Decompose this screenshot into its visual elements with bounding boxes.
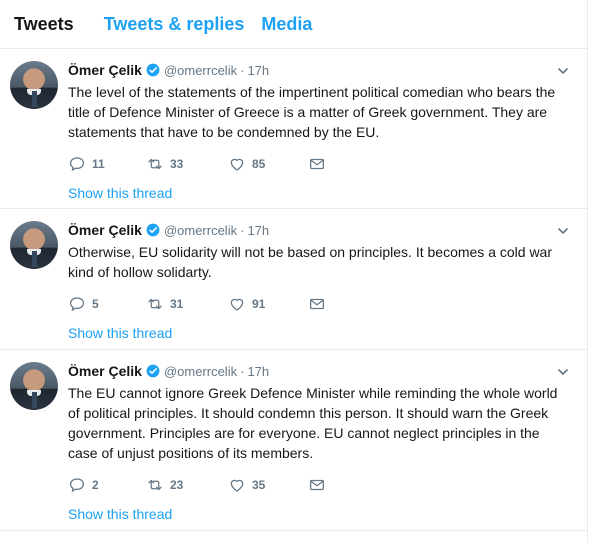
envelope-icon <box>309 158 325 170</box>
retweet-icon <box>148 298 162 310</box>
author-handle[interactable]: @omerrcelik <box>164 223 237 238</box>
like-count: 35 <box>252 478 266 492</box>
reply-count: 2 <box>92 478 99 492</box>
tweet-header: Ömer Çelik @omerrcelik · 17h <box>68 61 571 79</box>
separator-dot: · <box>240 363 245 379</box>
retweet-icon <box>148 479 162 491</box>
reply-icon <box>69 478 85 493</box>
tweet-header: Ömer Çelik @omerrcelik · 17h <box>68 221 571 239</box>
tweet-timestamp[interactable]: 17h <box>247 364 269 379</box>
tweet[interactable]: Ömer Çelik @omerrcelik · 17h The EU cann… <box>0 350 587 531</box>
separator-dot: · <box>240 222 245 238</box>
tweet[interactable]: Ömer Çelik @omerrcelik · 17h Otherwise, … <box>0 209 587 350</box>
envelope-icon <box>309 479 325 491</box>
verified-badge-icon <box>146 364 160 378</box>
tab-tweets[interactable]: Tweets <box>0 0 104 48</box>
verified-badge-icon <box>146 223 160 237</box>
tweet-header: Ömer Çelik @omerrcelik · 17h <box>68 362 571 380</box>
like-count: 85 <box>252 157 266 171</box>
tweet-actions: 2 23 35 <box>68 474 571 496</box>
tab-media[interactable]: Media <box>261 0 329 48</box>
author-name[interactable]: Ömer Çelik <box>68 222 142 238</box>
avatar[interactable] <box>10 221 58 269</box>
tweet-actions: 5 31 91 <box>68 293 571 315</box>
chevron-down-icon[interactable] <box>557 225 569 237</box>
direct-message-button[interactable] <box>308 476 326 494</box>
retweet-button[interactable]: 23 <box>146 476 228 494</box>
direct-message-button[interactable] <box>308 155 326 173</box>
like-button[interactable]: 85 <box>228 155 308 173</box>
tweet[interactable]: Ömer Çelik @omerrcelik · 17h The level o… <box>0 49 587 209</box>
retweet-count: 23 <box>170 478 184 492</box>
show-thread-link[interactable]: Show this thread <box>68 504 571 536</box>
like-count: 91 <box>252 297 266 311</box>
author-handle[interactable]: @omerrcelik <box>164 364 237 379</box>
tweet-actions: 11 33 85 <box>68 153 571 175</box>
avatar[interactable] <box>10 362 58 410</box>
heart-icon <box>230 298 244 311</box>
direct-message-button[interactable] <box>308 295 326 313</box>
tweet-text: Otherwise, EU solidarity will not be bas… <box>68 244 552 280</box>
separator-dot: · <box>240 62 245 78</box>
like-button[interactable]: 91 <box>228 295 308 313</box>
retweet-button[interactable]: 31 <box>146 295 228 313</box>
reply-count: 11 <box>92 157 105 171</box>
author-name[interactable]: Ömer Çelik <box>68 62 142 78</box>
retweet-button[interactable]: 33 <box>146 155 228 173</box>
reply-button[interactable]: 2 <box>68 476 146 494</box>
reply-button[interactable]: 5 <box>68 295 146 313</box>
like-button[interactable]: 35 <box>228 476 308 494</box>
reply-icon <box>69 297 85 312</box>
author-handle[interactable]: @omerrcelik <box>164 63 237 78</box>
retweet-count: 33 <box>170 157 184 171</box>
verified-badge-icon <box>146 63 160 77</box>
chevron-down-icon[interactable] <box>557 366 569 378</box>
tab-tweets-replies[interactable]: Tweets & replies <box>104 0 262 48</box>
avatar[interactable] <box>10 61 58 109</box>
chevron-down-icon[interactable] <box>557 65 569 77</box>
reply-count: 5 <box>92 297 99 311</box>
reply-button[interactable]: 11 <box>68 155 146 173</box>
tweet-text: The level of the statements of the imper… <box>68 84 556 140</box>
timeline-panel: Tweets Tweets & replies Media Ömer Çelik… <box>0 0 588 543</box>
author-name[interactable]: Ömer Çelik <box>68 363 142 379</box>
retweet-count: 31 <box>170 297 184 311</box>
tweet-timestamp[interactable]: 17h <box>247 223 269 238</box>
reply-icon <box>69 157 85 172</box>
retweet-icon <box>148 158 162 170</box>
envelope-icon <box>309 298 325 310</box>
profile-tabs: Tweets Tweets & replies Media <box>0 0 587 49</box>
heart-icon <box>230 479 244 492</box>
heart-icon <box>230 158 244 171</box>
tweet-text: The EU cannot ignore Greek Defence Minis… <box>68 385 558 461</box>
tweet-timestamp[interactable]: 17h <box>247 63 269 78</box>
